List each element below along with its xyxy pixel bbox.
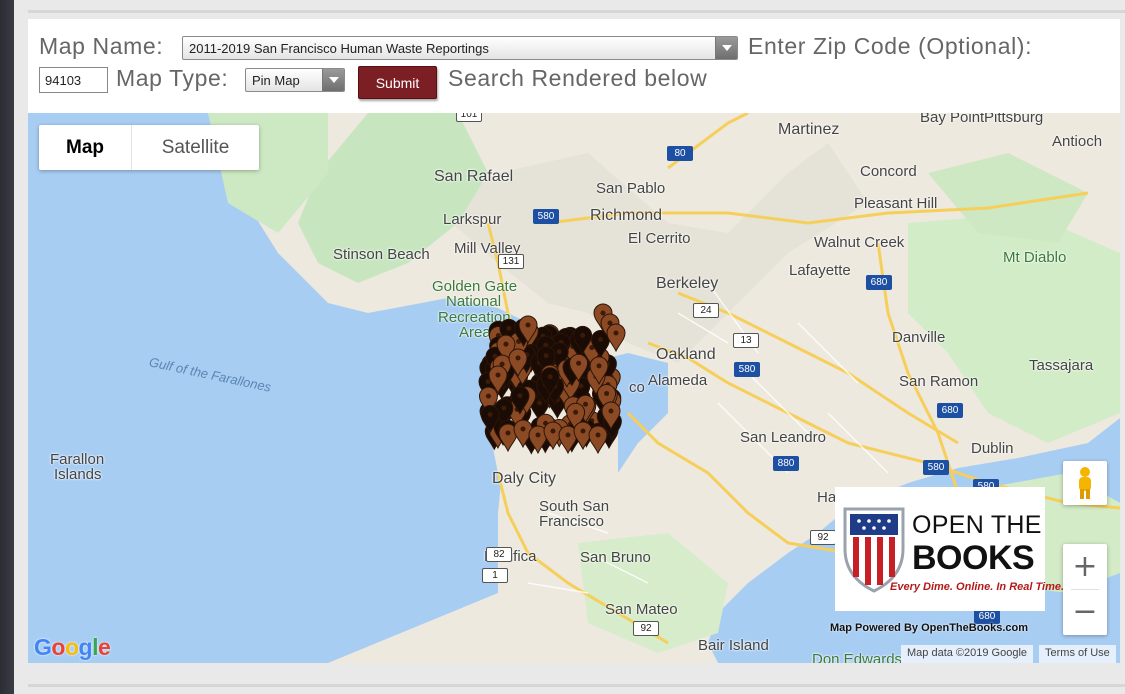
zip-label: Enter Zip Code (Optional): bbox=[748, 33, 1033, 59]
chevron-down-icon[interactable] bbox=[322, 69, 344, 91]
zoom-in-button[interactable]: + bbox=[1063, 544, 1107, 589]
divider-bottom bbox=[28, 684, 1125, 687]
map-view-button[interactable]: Map bbox=[39, 125, 132, 170]
zoom-out-button[interactable]: − bbox=[1063, 589, 1107, 634]
map-pin-icon[interactable] bbox=[588, 425, 608, 455]
brand-line-1: OPEN THE bbox=[912, 511, 1042, 539]
divider-top bbox=[28, 10, 1125, 13]
map-type-select[interactable]: Pin Map bbox=[245, 68, 345, 92]
map-pin-icon[interactable] bbox=[606, 323, 626, 353]
terms-link[interactable]: Terms of Use bbox=[1039, 645, 1116, 663]
chevron-down-icon[interactable] bbox=[715, 37, 737, 59]
satellite-view-button[interactable]: Satellite bbox=[132, 125, 259, 170]
zip-input[interactable] bbox=[39, 67, 108, 93]
brand-tagline: Every Dime. Online. In Real Time. bbox=[890, 581, 1065, 593]
powered-by-link[interactable]: Map Powered By OpenTheBooks.com bbox=[830, 622, 1028, 634]
map-type-label: Map Type: bbox=[116, 65, 229, 91]
zoom-control: + − bbox=[1063, 544, 1107, 635]
brand-line-2: BOOKS bbox=[912, 539, 1035, 577]
map-canvas[interactable]: Martinez Bay Point Pittsburg Antioch San Raf… bbox=[28, 113, 1120, 663]
rendered-note: Search Rendered below bbox=[448, 65, 708, 91]
map-type-value: Pin Map bbox=[252, 73, 300, 88]
google-logo: Google bbox=[34, 634, 111, 660]
submit-button[interactable]: Submit bbox=[358, 66, 437, 99]
map-name-select[interactable]: 2011-2019 San Francisco Human Waste Repo… bbox=[182, 36, 738, 60]
map-name-value: 2011-2019 San Francisco Human Waste Repo… bbox=[189, 41, 489, 56]
map-type-control[interactable]: Map Satellite bbox=[39, 125, 259, 170]
search-form: Map Name: 2011-2019 San Francisco Human … bbox=[28, 19, 1120, 113]
window-edge bbox=[0, 0, 14, 694]
zoom-divider bbox=[1071, 589, 1099, 590]
map-data-attribution[interactable]: Map data ©2019 Google bbox=[901, 645, 1034, 663]
street-view-pegman-icon[interactable] bbox=[1063, 461, 1107, 505]
map-name-label: Map Name: bbox=[39, 33, 164, 59]
open-the-books-logo: OPEN THE BOOKS Every Dime. Online. In Re… bbox=[835, 487, 1064, 611]
